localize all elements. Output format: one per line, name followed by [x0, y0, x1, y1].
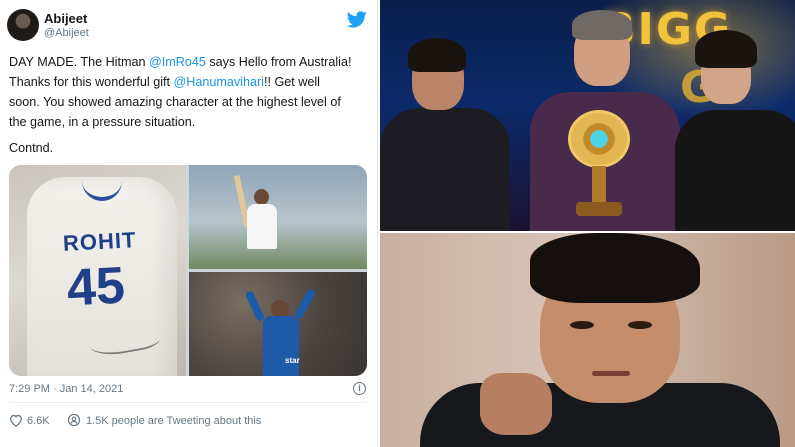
person-center-hair: [572, 10, 632, 40]
player-arm-left: [244, 289, 266, 323]
person-right-hair: [695, 30, 757, 68]
jersey-name: ROHIT: [62, 227, 138, 256]
people-icon[interactable]: [67, 413, 81, 427]
tweet-contd: Contnd.: [9, 141, 54, 155]
media-celebration-photo[interactable]: star: [189, 272, 367, 376]
info-icon[interactable]: i: [353, 382, 366, 395]
player-arm-right: [293, 287, 317, 321]
person-right-body: [675, 110, 795, 231]
people-tweeting-text[interactable]: 1.5K people are Tweeting about this: [86, 415, 261, 427]
tweet-line-2: Thanks for this wonderful gift @Hanumavi…: [9, 72, 371, 92]
portrait-photo: [380, 233, 795, 447]
person-left-body: [380, 108, 510, 231]
mention-hanumavihari[interactable]: @Hanumavihari: [174, 75, 264, 89]
person-left-hair: [408, 38, 466, 72]
eye-trophy: [562, 110, 636, 220]
display-name[interactable]: Abijeet: [44, 11, 87, 26]
celebrating-player: star: [244, 287, 317, 376]
trophy-base: [576, 202, 622, 216]
tweet-timestamp[interactable]: 7:29 PM · Jan 14, 2021: [9, 383, 123, 395]
tweet-line-2-end: !! Get well: [263, 75, 320, 89]
batter-head: [254, 189, 269, 205]
like-count[interactable]: 6.6K: [27, 415, 50, 427]
jersey: ROHIT 45: [27, 177, 177, 376]
person-left: [380, 38, 510, 231]
tweet-text: DAY MADE. The Hitman @ImRo45 says Hello …: [9, 52, 371, 132]
media-batter-photo[interactable]: [189, 165, 367, 269]
tweet-line-1-start: DAY MADE. The Hitman: [9, 55, 149, 69]
portrait-eye-left: [570, 321, 594, 329]
jersey-collar: [82, 179, 122, 201]
tweet-line-2-start: Thanks for this wonderful gift: [9, 75, 174, 89]
trophy-stem: [592, 166, 606, 206]
batter-figure: [233, 174, 279, 269]
avatar[interactable]: [7, 9, 39, 41]
heart-icon[interactable]: [9, 414, 23, 427]
tweet-line-1-end: says Hello from Australia!: [205, 55, 352, 69]
person-right: [675, 30, 795, 231]
tweet-line-3: soon. You showed amazing character at th…: [9, 95, 341, 109]
mention-imro45[interactable]: @ImRo45: [149, 55, 206, 69]
jersey-signature: [87, 321, 161, 359]
tweet-media-grid: ROHIT 45 star: [9, 165, 367, 376]
portrait-hair: [530, 233, 700, 303]
tweet-line-1: DAY MADE. The Hitman @ImRo45 says Hello …: [9, 52, 371, 72]
tweet-line-4: the game, in a pressure situation.: [9, 115, 196, 129]
stage-photo: BIGG G: [380, 0, 795, 231]
media-jersey-photo[interactable]: ROHIT 45: [9, 165, 186, 376]
portrait-mouth: [592, 371, 630, 376]
portrait-fist: [480, 373, 552, 435]
sponsor-logo: star: [285, 356, 300, 365]
tweet-divider: [9, 402, 367, 403]
tweet-card[interactable]: Abijeet @Abijeet DAY MADE. The Hitman @I…: [0, 0, 378, 447]
user-handle[interactable]: @Abijeet: [44, 27, 89, 39]
twitter-bird-icon[interactable]: [347, 11, 367, 28]
player-torso: star: [263, 316, 300, 376]
batter-torso: [247, 204, 277, 249]
trophy-bowl: [568, 110, 630, 168]
jersey-number: 45: [65, 256, 127, 318]
portrait-eye-right: [628, 321, 652, 329]
